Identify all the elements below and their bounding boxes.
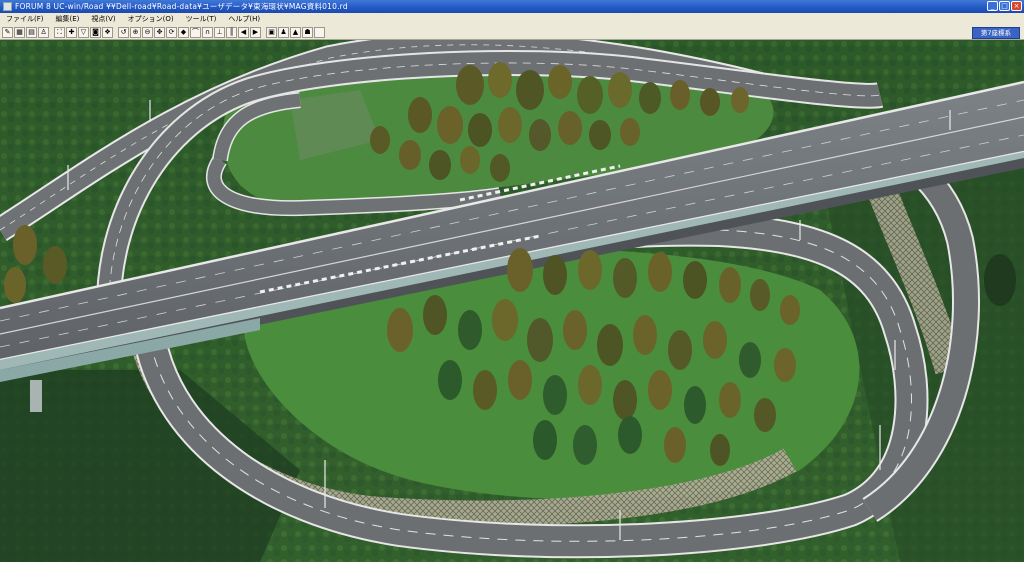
maximize-button[interactable]: □ [999, 1, 1010, 11]
palette-icon[interactable]: ❖ [102, 26, 113, 38]
arrow-right-icon[interactable]: ▶ [250, 26, 261, 38]
car-move-icon[interactable]: ◆ [178, 26, 189, 38]
reset-icon[interactable]: ↺ [118, 26, 129, 38]
pencil-icon[interactable]: ✎ [2, 26, 13, 38]
car-icon[interactable]: ◙ [90, 26, 101, 38]
app-icon [3, 2, 12, 11]
toolbar: ✎ ▦ ▤ ♙ ⛶ ✚ ▽ ◙ ❖ ↺ ⊕ ⊖ ✥ ⟳ ◆ ⌒ ∩ ⊥ ║ ◀ … [0, 25, 1024, 40]
terrain-icon[interactable]: ▦ [14, 26, 25, 38]
interchange-scene [0, 40, 1024, 562]
run-icon[interactable]: ☗ [302, 26, 313, 38]
menu-file[interactable]: ファイル(F) [0, 14, 50, 24]
up-icon[interactable]: ▲ [290, 26, 301, 38]
menu-options[interactable]: オプション(O) [122, 14, 180, 24]
title-bar: FORUM 8 UC-win/Road ¥¥Dell-road¥Road-dat… [0, 0, 1024, 13]
line-icon[interactable]: ║ [226, 26, 237, 38]
coordinate-system-badge[interactable]: 第7座標系 [971, 27, 1020, 39]
grid-icon[interactable]: ▤ [26, 26, 37, 38]
blank-icon[interactable] [314, 26, 325, 38]
menu-help[interactable]: ヘルプ(H) [222, 14, 266, 24]
walk-icon[interactable]: ♟ [278, 26, 289, 38]
arrow-left-icon[interactable]: ◀ [238, 26, 249, 38]
window-title: FORUM 8 UC-win/Road ¥¥Dell-road¥Road-dat… [15, 2, 348, 11]
zoom-in-icon[interactable]: ⊕ [130, 26, 141, 38]
pole-icon[interactable]: ⊥ [214, 26, 225, 38]
menu-view[interactable]: 視点(V) [85, 14, 121, 24]
3d-viewport[interactable] [0, 40, 1024, 562]
rotate-icon[interactable]: ⟳ [166, 26, 177, 38]
person-icon[interactable]: ♙ [38, 26, 49, 38]
zoom-out-icon[interactable]: ⊖ [142, 26, 153, 38]
camera-icon[interactable]: ▣ [266, 26, 277, 38]
bridge-icon[interactable]: ⌒ [190, 26, 201, 38]
tunnel-icon[interactable]: ∩ [202, 26, 213, 38]
menu-edit[interactable]: 編集(E) [50, 14, 86, 24]
bridge-pier [30, 380, 42, 412]
minimize-button[interactable]: _ [987, 1, 998, 11]
close-button[interactable]: × [1011, 1, 1022, 11]
intersection-icon[interactable]: ✚ [66, 26, 77, 38]
road-icon[interactable]: ⛶ [54, 26, 65, 38]
menu-tools[interactable]: ツール(T) [180, 14, 223, 24]
pan-icon[interactable]: ✥ [154, 26, 165, 38]
sign-icon[interactable]: ▽ [78, 26, 89, 38]
